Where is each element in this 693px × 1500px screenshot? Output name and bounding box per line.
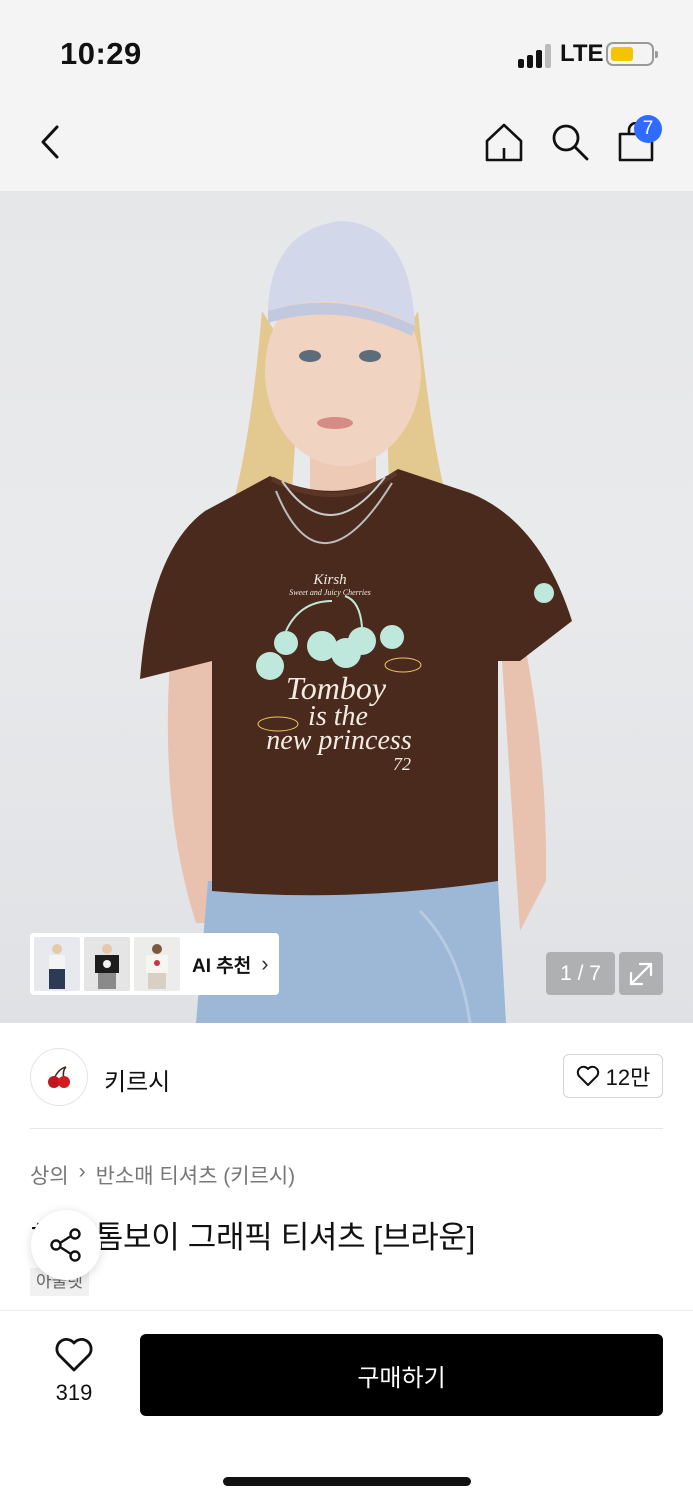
network-label: LTE (560, 40, 604, 67)
brand-row: 키르시 12만 (30, 1048, 663, 1106)
chevron-right-icon: › (261, 951, 269, 976)
breadcrumb-category[interactable]: 상의 (30, 1160, 69, 1190)
print-number: 72 (393, 754, 411, 774)
expand-button[interactable] (619, 952, 663, 995)
back-button[interactable] (28, 118, 76, 166)
print-subline: Sweet and Juicy Cherries (289, 588, 371, 597)
home-button[interactable] (480, 118, 528, 166)
ai-thumbnail[interactable] (84, 937, 130, 991)
breadcrumb-subcategory[interactable]: 반소매 티셔츠 (키르시) (96, 1160, 296, 1190)
heart-icon (576, 1065, 599, 1086)
signal-icon (518, 44, 552, 68)
share-icon (50, 1228, 81, 1262)
home-indicator (223, 1477, 471, 1486)
buy-button[interactable]: 구매하기 (140, 1334, 663, 1416)
share-button[interactable] (31, 1210, 101, 1280)
expand-icon (629, 962, 653, 985)
search-button[interactable] (546, 118, 594, 166)
brand-name[interactable]: 키르시 (104, 1062, 170, 1097)
chevron-left-icon (41, 125, 59, 159)
brand-like-count: 12만 (605, 1065, 651, 1090)
cart-count-badge: 7 (634, 115, 662, 143)
brand-logo[interactable] (30, 1048, 88, 1106)
ai-thumbnail[interactable] (34, 937, 80, 991)
cherry-icon (48, 1066, 70, 1088)
divider (30, 1128, 663, 1129)
product-image[interactable]: Kirsh Sweet and Juicy Cherries Tomboy is… (0, 191, 693, 1023)
wishlist-count: 319 (55, 1380, 93, 1405)
bottom-bar: 319 구매하기 (0, 1310, 693, 1500)
print-brand: Kirsh (312, 572, 346, 588)
nav-bar (0, 100, 693, 191)
chevron-right-icon: › (78, 1160, 86, 1183)
wishlist-button[interactable]: 319 (34, 1337, 114, 1406)
status-time: 10:29 (60, 36, 142, 71)
model-illustration: Kirsh Sweet and Juicy Cherries Tomboy is… (140, 221, 572, 1023)
search-icon (552, 124, 589, 161)
heart-icon (55, 1338, 93, 1372)
battery-icon (606, 42, 658, 66)
ai-thumbnail[interactable] (134, 937, 180, 991)
brand-like-button[interactable]: 12만 (563, 1054, 663, 1098)
breadcrumb: 상의 › 반소매 티셔츠 (키르시) (30, 1160, 295, 1190)
home-icon (485, 123, 523, 162)
ai-recommend-card[interactable]: AI 추천 › (30, 933, 279, 995)
status-bar: 10:29 LTE (0, 0, 693, 100)
image-counter: 1 / 7 (546, 952, 615, 995)
ai-recommend-label: AI 추천 (192, 955, 252, 977)
